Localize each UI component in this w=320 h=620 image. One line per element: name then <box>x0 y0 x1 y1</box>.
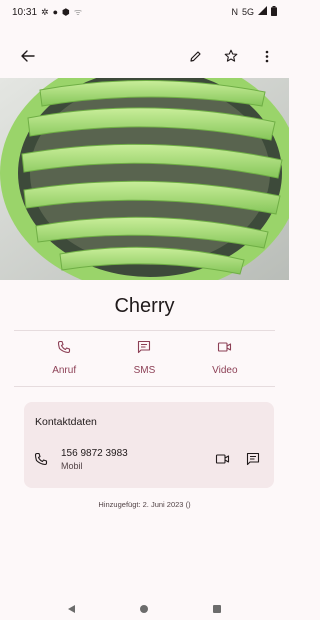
system-nav-bar <box>0 597 289 620</box>
sms-button[interactable] <box>246 452 260 471</box>
video-action-label: Video <box>212 365 238 376</box>
quick-actions: Anruf SMS Video <box>0 340 289 380</box>
settings-icon: ✲ <box>41 6 49 17</box>
signal-icon: ᯤ <box>73 6 83 17</box>
phone-type: Mobil <box>61 461 83 471</box>
status-bar: 10:31 ✲ ● ⬢ ᯤ N 5G <box>0 0 289 24</box>
video-action[interactable]: Video <box>190 340 260 380</box>
star-icon[interactable] <box>219 44 243 68</box>
nfc-icon: N <box>231 6 238 17</box>
nav-home-icon[interactable] <box>140 604 148 613</box>
sms-action-label: SMS <box>133 365 156 376</box>
added-date-text: Hinzugefügt: 2. Juni 2023 () <box>98 500 191 509</box>
pencil-icon[interactable] <box>183 44 207 68</box>
arrow-back-icon[interactable] <box>16 44 40 68</box>
contact-details-title: Kontaktdaten <box>35 416 97 428</box>
phone-icon <box>34 452 48 471</box>
network-type: 5G <box>241 7 254 17</box>
divider-top <box>14 330 275 331</box>
message-icon <box>137 340 151 359</box>
status-left: 10:31 ✲ ● ⬢ ᯤ <box>12 7 82 18</box>
sms-action[interactable]: SMS <box>109 340 179 380</box>
video-icon <box>217 340 232 359</box>
divider-bottom <box>14 386 275 387</box>
video-call-button[interactable] <box>215 452 230 471</box>
message-icon <box>246 452 260 466</box>
more-vert-icon[interactable] <box>255 44 279 68</box>
chat-icon: ● <box>52 6 59 17</box>
phone-row[interactable]: 156 9872 3983 Mobil <box>24 444 274 478</box>
shield-icon: ⬢ <box>62 6 70 17</box>
status-right: N 5G <box>231 5 277 19</box>
phone-number: 156 9872 3983 <box>61 448 128 459</box>
nav-recents-icon[interactable] <box>213 604 221 613</box>
call-action[interactable]: Anruf <box>29 340 99 380</box>
video-icon <box>215 454 230 464</box>
status-time: 10:31 <box>12 6 38 18</box>
app-bar <box>0 40 289 72</box>
contact-name: Cherry <box>114 295 175 317</box>
nav-back-icon[interactable] <box>68 604 75 613</box>
call-action-label: Anruf <box>52 365 77 376</box>
battery-icon <box>271 5 277 19</box>
contact-photo <box>0 78 289 280</box>
signal-bars-icon <box>258 6 267 18</box>
app-bar-actions <box>183 44 279 68</box>
phone-icon <box>57 340 71 359</box>
contact-details-card: Kontaktdaten 156 9872 3983 Mobil <box>24 402 274 488</box>
